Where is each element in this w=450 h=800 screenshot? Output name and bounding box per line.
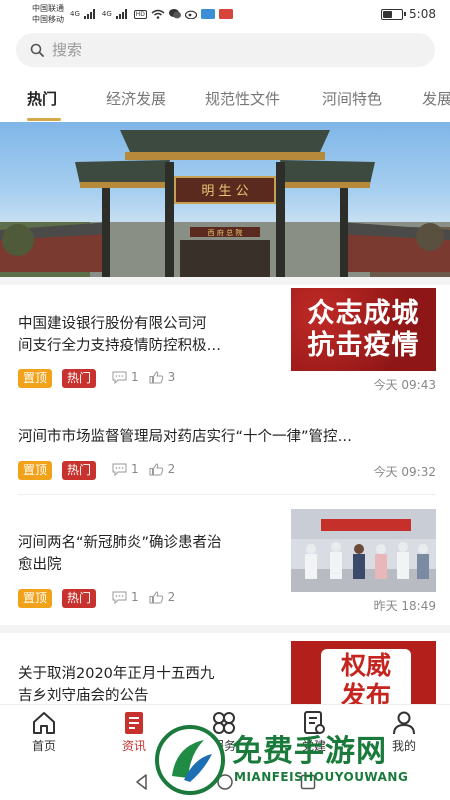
news-meta: 1 3 [112, 370, 175, 384]
news-time: 今天 09:32 [373, 465, 436, 479]
comment-icon [112, 463, 127, 476]
news-thumbnail [291, 509, 436, 592]
tab-hot[interactable]: 热门 [27, 88, 57, 109]
carrier-1: 中国联通 [32, 4, 64, 13]
clock: 5:08 [409, 7, 436, 21]
comment-icon [112, 591, 127, 604]
news-title: 河间两名“新冠肺炎”确诊患者治 愈出院 [18, 535, 222, 573]
news-time: 今天 09:43 [373, 378, 436, 392]
tag-pinned: 置顶 [18, 461, 53, 480]
tab-active-indicator [27, 118, 61, 121]
thumbnail-caption: 权威 发布 [340, 651, 391, 710]
nav-home-label: 首页 [31, 739, 56, 753]
section-divider [0, 625, 450, 633]
status-bar: 中国联通 中国移动 4G 4G HD 5:08 [0, 0, 450, 28]
news-item[interactable]: 关于取消2020年正月十五西九 吉乡刘守庙会的公告 权威 发布 [0, 633, 450, 711]
news-item[interactable]: 河间市市场监督管理局对药店实行“十个一律”管控… 置顶 热门 1 2 今天 09… [0, 400, 450, 500]
network-1: 4G [70, 10, 80, 18]
news-icon [125, 712, 143, 734]
news-thumbnail: 众志成城 抗击疫情 [291, 288, 436, 371]
news-thumbnail: 权威 发布 [291, 641, 436, 711]
back-icon[interactable] [133, 773, 151, 791]
tag-pinned: 置顶 [18, 369, 53, 388]
wechat-icon [168, 9, 181, 19]
watermark-logo [155, 725, 225, 795]
home-icon [33, 712, 55, 734]
news-meta: 1 2 [112, 590, 175, 604]
category-tabs: 热门 经济发展 规范性文件 河间特色 发展 [0, 80, 450, 124]
search-icon [30, 43, 44, 57]
comment-count: 1 [131, 462, 139, 476]
like-icon [149, 462, 163, 475]
nav-news-label: 资讯 [121, 739, 146, 753]
wifi-icon [151, 9, 165, 19]
banner-archway-illustration: 明 生 公 西 府 总 院 [0, 130, 450, 277]
banner-image[interactable]: 明 生 公 西 府 总 院 [0, 122, 450, 277]
tag-hot: 热门 [62, 369, 97, 388]
weibo-icon [184, 10, 197, 19]
network-2: 4G [101, 10, 112, 18]
like-count: 3 [167, 370, 176, 384]
news-meta: 1 2 [112, 462, 175, 476]
banner-plaque: 明 生 公 [201, 184, 248, 199]
tag-pinned: 置顶 [18, 589, 53, 608]
comment-count: 1 [131, 370, 139, 384]
search-bar[interactable] [16, 33, 435, 67]
like-count: 2 [167, 462, 176, 476]
thumbnail-caption: 众志成城 抗击疫情 [307, 298, 420, 361]
tag-hot: 热门 [62, 461, 97, 480]
watermark-subtitle: MIANFEISHOUYOUWANG [234, 770, 409, 784]
news-item[interactable]: 河间两名“新冠肺炎”确诊患者治 愈出院 置顶 热门 1 2 昨天 18:49 [0, 500, 450, 625]
signal-icon-2 [115, 9, 127, 19]
signal-icon [83, 9, 95, 19]
news-title: 关于取消2020年正月十五西九 吉乡刘守庙会的公告 [18, 666, 215, 704]
search-input[interactable] [52, 41, 392, 59]
tab-development[interactable]: 发展 [422, 88, 450, 109]
hospital-photo [291, 509, 436, 592]
like-count: 2 [167, 590, 176, 604]
banner-sub-plaque: 西 府 总 院 [208, 228, 243, 237]
like-icon [149, 590, 163, 603]
tag-hot: 热门 [62, 589, 97, 608]
watermark: 免费手游网 MIANFEISHOUYOUWANG [150, 720, 450, 800]
app-icon-2 [218, 9, 233, 19]
battery-fill [383, 10, 393, 18]
hd-badge: HD [133, 9, 147, 19]
signal-icons: 4G 4G HD [70, 9, 233, 19]
news-item[interactable]: 中国建设银行股份有限公司河 间支行全力支持疫情防控积极… 置顶 热门 1 3 今… [0, 285, 450, 400]
carrier-2: 中国移动 [32, 15, 64, 24]
news-time: 昨天 18:49 [373, 599, 436, 613]
news-title: 河间市市场监督管理局对药店实行“十个一律”管控… [18, 429, 353, 445]
battery-icon [381, 8, 407, 20]
nav-home[interactable]: 首页 [14, 709, 74, 754]
like-icon [149, 370, 163, 383]
watermark-title: 免费手游网 [232, 734, 387, 769]
tab-regulations[interactable]: 规范性文件 [205, 88, 280, 109]
comment-count: 1 [131, 590, 139, 604]
tab-economy[interactable]: 经济发展 [106, 88, 166, 109]
tab-hejian-features[interactable]: 河间特色 [322, 88, 382, 109]
news-title: 中国建设银行股份有限公司河 间支行全力支持疫情防控积极… [18, 316, 221, 354]
section-divider [0, 277, 450, 285]
comment-icon [112, 371, 127, 384]
app-icon [200, 9, 215, 19]
carrier-labels: 中国联通 中国移动 [32, 3, 64, 25]
row-divider [18, 494, 436, 495]
